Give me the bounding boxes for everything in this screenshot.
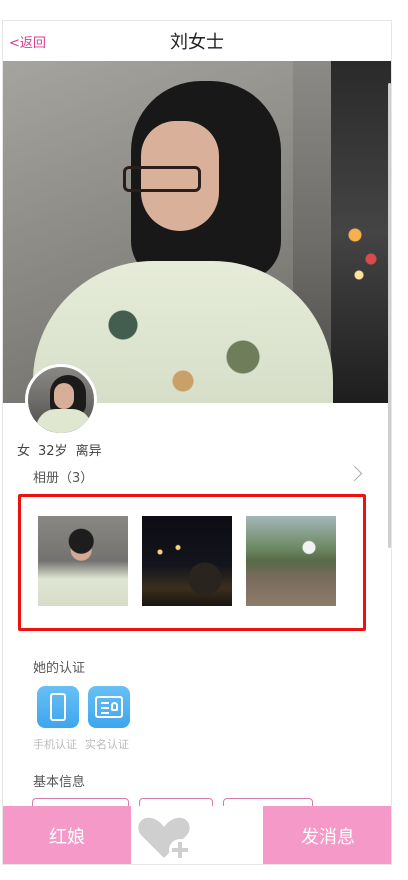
page-title: 刘女士 bbox=[170, 32, 224, 53]
album-label[interactable]: 相册（3） bbox=[33, 467, 93, 486]
avatar[interactable] bbox=[25, 364, 97, 436]
age-text: 32岁 bbox=[38, 444, 68, 459]
phone-cert-icon bbox=[37, 686, 79, 728]
back-link[interactable]: <返回 bbox=[9, 32, 46, 51]
send-message-button[interactable]: 发消息 bbox=[263, 806, 391, 864]
basic-info-label: 基本信息 bbox=[33, 775, 86, 790]
cover-photo-city-lights bbox=[343, 211, 383, 291]
chevron-right-icon[interactable] bbox=[346, 465, 363, 482]
album-photo[interactable] bbox=[142, 516, 232, 606]
id-cert-icon bbox=[88, 686, 130, 728]
scrollbar[interactable] bbox=[388, 83, 391, 548]
cover-photo-glasses bbox=[123, 166, 201, 192]
bottom-action-bar: 红娘 发消息 bbox=[3, 806, 391, 864]
id-card-icon bbox=[95, 696, 123, 718]
phone-icon bbox=[50, 693, 66, 721]
phone-frame: <返回 刘女士 女 32岁 离异 相册（3） 她的认证 手机认证 实名认证 基本信息… bbox=[2, 20, 392, 865]
album-photo[interactable] bbox=[38, 516, 128, 606]
certification-label: 她的认证 bbox=[33, 661, 86, 676]
id-cert-label: 实名认证 bbox=[85, 738, 129, 751]
matchmaker-button[interactable]: 红娘 bbox=[3, 806, 131, 864]
cover-photo bbox=[3, 61, 391, 403]
user-info: 女 32岁 离异 bbox=[17, 440, 110, 459]
gender-text: 女 bbox=[17, 444, 31, 459]
top-header: <返回 刘女士 bbox=[3, 21, 391, 61]
phone-cert-label: 手机认证 bbox=[33, 738, 77, 751]
heart-plus-icon[interactable] bbox=[136, 814, 192, 862]
avatar-face bbox=[54, 383, 74, 409]
marital-status-text: 离异 bbox=[75, 444, 102, 459]
avatar-dress bbox=[36, 409, 92, 433]
album-photo[interactable] bbox=[246, 516, 336, 606]
